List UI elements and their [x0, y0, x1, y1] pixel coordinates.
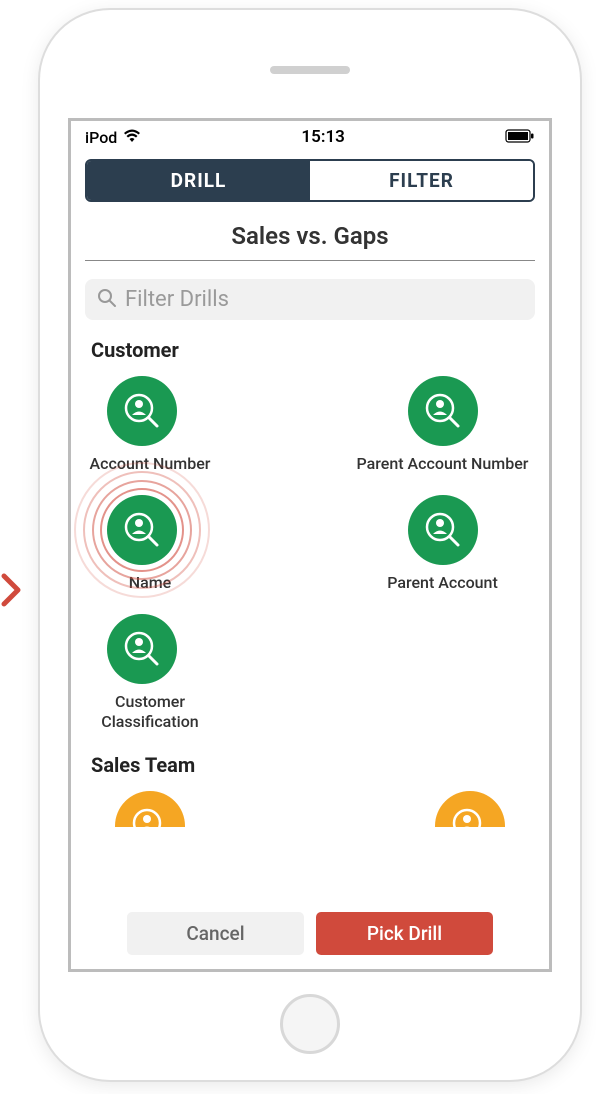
drill-label: Parent Account Number	[357, 454, 529, 473]
status-bar: iPod 15:13	[71, 121, 549, 151]
drill-label: Customer Classification	[85, 692, 215, 730]
drill-parent-account[interactable]: Parent Account	[310, 495, 535, 592]
device-label: iPod	[85, 128, 117, 147]
sales-team-item-partial[interactable]	[435, 791, 505, 827]
pick-drill-button[interactable]: Pick Drill	[316, 912, 493, 955]
app-screen: iPod 15:13 DRILL FILTER Sales vs. Gaps	[68, 118, 552, 972]
person-search-icon	[107, 495, 177, 565]
drill-label: Account Number	[85, 454, 215, 473]
home-button[interactable]	[280, 994, 340, 1054]
title-underline	[85, 260, 535, 261]
drill-name[interactable]: Name	[85, 495, 310, 592]
status-time: 15:13	[301, 127, 344, 147]
customer-grid: Account Number Parent Account Number	[85, 376, 535, 753]
search-icon	[97, 288, 117, 312]
sales-team-item-partial[interactable]	[115, 791, 185, 827]
person-search-icon	[408, 376, 478, 446]
tab-drill[interactable]: DRILL	[87, 161, 310, 200]
phone-frame: iPod 15:13 DRILL FILTER Sales vs. Gaps	[40, 10, 580, 1080]
status-left: iPod	[85, 128, 141, 147]
pointer-chevron-icon	[0, 572, 24, 612]
sales-team-row	[85, 791, 535, 827]
section-header-sales-team: Sales Team	[91, 753, 535, 777]
page-title: Sales vs. Gaps	[71, 222, 549, 250]
phone-speaker	[270, 66, 350, 74]
content-area: Customer Account Number Parent Account N…	[71, 279, 549, 900]
bottom-bar: Cancel Pick Drill	[71, 900, 549, 969]
search-box[interactable]	[85, 279, 535, 320]
tab-filter[interactable]: FILTER	[310, 161, 533, 200]
person-search-icon	[107, 614, 177, 684]
drill-label: Name	[85, 573, 215, 592]
wifi-icon	[123, 128, 141, 147]
drill-customer-classification[interactable]: Customer Classification	[85, 614, 310, 730]
drill-parent-account-number[interactable]: Parent Account Number	[310, 376, 535, 473]
battery-icon	[505, 128, 535, 147]
person-search-icon	[408, 495, 478, 565]
drill-account-number[interactable]: Account Number	[85, 376, 310, 473]
cancel-button[interactable]: Cancel	[127, 912, 304, 955]
person-search-icon	[107, 376, 177, 446]
section-header-customer: Customer	[91, 338, 535, 362]
drill-label: Parent Account	[387, 573, 498, 592]
tab-bar: DRILL FILTER	[85, 159, 535, 202]
search-input[interactable]	[125, 287, 523, 312]
